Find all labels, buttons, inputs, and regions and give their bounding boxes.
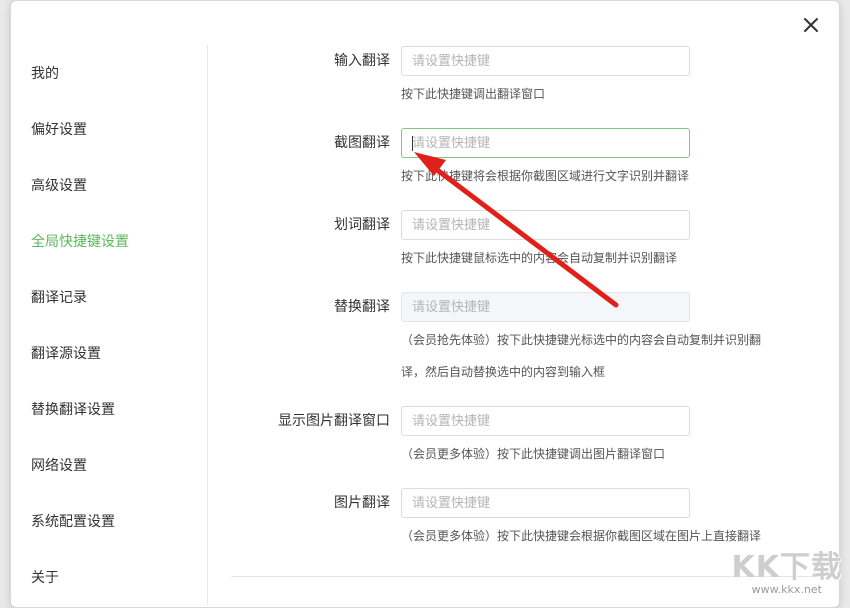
- input-translate-shortcut-input[interactable]: [402, 47, 689, 75]
- sidebar-item-global-shortcuts[interactable]: 全局快捷键设置: [31, 232, 129, 252]
- sidebar-item-replace[interactable]: 替换翻译设置: [31, 400, 115, 420]
- settings-window: 我的 偏好设置 高级设置 全局快捷键设置 翻译记录 翻译源设置 替换翻译设置 网…: [10, 0, 840, 608]
- input-translate-field-box: [401, 46, 690, 76]
- input-translate-label: 输入翻译: [334, 53, 390, 69]
- text-caret: [412, 136, 413, 151]
- screenshot-translate-shortcut-input[interactable]: [402, 129, 689, 157]
- image-translate-label: 图片翻译: [334, 495, 390, 511]
- replace-translate-shortcut-input: [402, 293, 689, 321]
- sidebar-item-advanced[interactable]: 高级设置: [31, 176, 87, 196]
- selection-translate-hint: 按下此快捷键鼠标选中的内容会自动复制并识别翻译: [401, 251, 678, 265]
- show-image-window-field-box: [401, 406, 690, 436]
- screenshot-translate-hint: 按下此快捷键将会根据你截图区域进行文字识别并翻译: [401, 169, 690, 183]
- screenshot-translate-label: 截图翻译: [334, 135, 390, 151]
- bottom-divider: [231, 576, 819, 577]
- selection-translate-shortcut-input[interactable]: [402, 211, 689, 239]
- sidebar-item-system[interactable]: 系统配置设置: [31, 512, 115, 532]
- sidebar-item-about[interactable]: 关于: [31, 568, 59, 588]
- selection-translate-label: 划词翻译: [334, 217, 390, 233]
- image-translate-hint: （会员更多体验）按下此快捷键会根据你截图区域在图片上直接翻译: [401, 529, 762, 543]
- input-translate-hint: 按下此快捷键调出翻译窗口: [401, 87, 546, 101]
- sidebar-item-sources[interactable]: 翻译源设置: [31, 344, 101, 364]
- replace-translate-label: 替换翻译: [334, 299, 390, 315]
- replace-translate-hint: （会员抢先体验）按下此快捷键光标选中的内容会自动复制并识别翻: [401, 333, 762, 347]
- selection-translate-field-box: [401, 210, 690, 240]
- image-translate-shortcut-input[interactable]: [402, 489, 689, 517]
- sidebar-item-network[interactable]: 网络设置: [31, 456, 87, 476]
- screenshot-translate-field-box: [401, 128, 690, 158]
- sidebar: 我的 偏好设置 高级设置 全局快捷键设置 翻译记录 翻译源设置 替换翻译设置 网…: [11, 45, 208, 605]
- image-translate-field-box: [401, 488, 690, 518]
- sidebar-item-history[interactable]: 翻译记录: [31, 288, 87, 308]
- replace-translate-hint-continued: 译，然后自动替换选中的内容到输入框: [401, 365, 606, 379]
- show-image-window-shortcut-input[interactable]: [402, 407, 689, 435]
- replace-translate-field-box: [401, 292, 690, 322]
- show-image-window-label: 显示图片翻译窗口: [278, 413, 390, 429]
- show-image-window-hint: （会员更多体验）按下此快捷键调出图片翻译窗口: [401, 447, 666, 461]
- sidebar-item-mine[interactable]: 我的: [31, 64, 59, 84]
- sidebar-item-preferences[interactable]: 偏好设置: [31, 120, 87, 140]
- shortcut-settings-panel: 输入翻译 按下此快捷键调出翻译窗口 截图翻译 按下此快捷键将会根据你截图区域进行…: [207, 1, 839, 607]
